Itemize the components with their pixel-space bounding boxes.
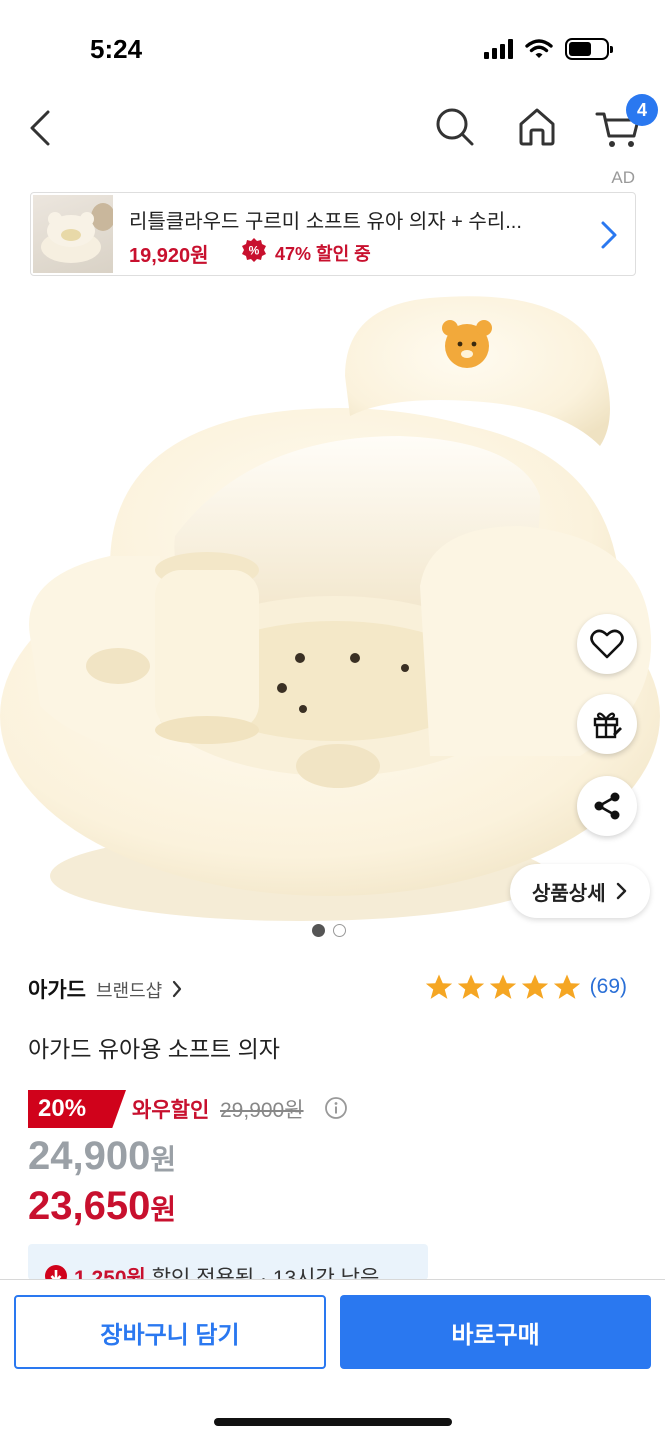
discount-down-icon: [45, 1265, 67, 1280]
heart-icon: [590, 629, 624, 659]
ad-banner[interactable]: 리틀클라우드 구르미 소프트 유아 의자 + 수리... 19,920원 % 4…: [30, 192, 636, 276]
status-icons: [484, 38, 613, 60]
product-detail-button[interactable]: 상품상세: [510, 864, 650, 918]
ad-product-thumbnail: [33, 195, 113, 273]
star-icon: [457, 974, 484, 999]
share-button[interactable]: [577, 776, 637, 836]
home-indicator[interactable]: [214, 1418, 452, 1426]
search-icon[interactable]: [432, 104, 478, 150]
star-icon: [521, 974, 548, 999]
final-price: 23,650원: [28, 1184, 176, 1229]
battery-icon: [565, 38, 613, 60]
cart-count-badge: 4: [626, 94, 658, 126]
wifi-icon: [525, 39, 553, 58]
sale-price: 24,900원: [28, 1134, 176, 1179]
wishlist-button[interactable]: [577, 614, 637, 674]
coupon-text: 1,250원 할인 적용됨 · 13시간 남음: [74, 1262, 379, 1280]
brand-shop-label: 브랜드샵: [95, 981, 163, 1001]
ad-discount: 47% 할인 중: [275, 244, 371, 264]
sale-price-value: 24,900: [28, 1134, 151, 1178]
pagination-dot[interactable]: [333, 924, 346, 937]
product-image[interactable]: [0, 286, 665, 946]
info-icon[interactable]: [324, 1096, 348, 1120]
brand-link[interactable]: 아가드 브랜드샵: [28, 974, 182, 1004]
status-bar: 5:24: [0, 0, 665, 100]
ad-price: 19,920원: [129, 245, 209, 267]
sale-price-unit: 원: [150, 1144, 177, 1175]
star-icon: [489, 974, 516, 999]
pagination-dot-active[interactable]: [312, 924, 325, 937]
add-to-cart-button[interactable]: 장바구니 담기: [14, 1295, 326, 1369]
gift-icon: [593, 712, 622, 739]
product-name: 아가드 유아용 소프트 의자: [28, 1036, 280, 1062]
chevron-right-icon: [601, 221, 617, 249]
coupon-strip[interactable]: 1,250원 할인 적용됨 · 13시간 남음: [28, 1244, 428, 1280]
share-icon: [594, 792, 620, 820]
star-icon: [553, 974, 580, 999]
rating[interactable]: (69): [424, 972, 627, 1002]
final-price-value: 23,650: [28, 1184, 151, 1228]
cellular-signal-icon: [484, 39, 513, 59]
star-icon: [425, 974, 452, 999]
product-detail-label: 상품상세: [532, 882, 606, 905]
bottom-action-bar: 장바구니 담기 바로구매: [0, 1279, 665, 1440]
ad-label: AD: [611, 168, 635, 187]
status-time: 5:24: [90, 34, 143, 64]
discount-badge-icon: %: [242, 238, 266, 262]
discount-rate-badge: 20%: [28, 1090, 126, 1128]
brand-name: 아가드: [28, 979, 86, 1002]
gift-button[interactable]: [577, 694, 637, 754]
buy-now-button[interactable]: 바로구매: [340, 1295, 651, 1369]
original-price: 29,900원: [220, 1099, 304, 1122]
ad-title: 리틀클라우드 구르미 소프트 유아 의자 + 수리...: [129, 211, 522, 233]
final-price-unit: 원: [150, 1194, 177, 1225]
home-icon[interactable]: [514, 104, 560, 150]
wow-discount-label: 와우할인: [132, 1099, 210, 1122]
chevron-right-icon: [616, 882, 626, 900]
image-pagination: [312, 924, 346, 937]
svg-text:%: %: [249, 244, 260, 258]
chevron-right-icon: [173, 980, 182, 998]
back-icon[interactable]: [22, 106, 62, 150]
top-nav: [0, 96, 665, 160]
baby-seat-photo: [0, 296, 660, 921]
rating-count: (69): [589, 975, 627, 998]
